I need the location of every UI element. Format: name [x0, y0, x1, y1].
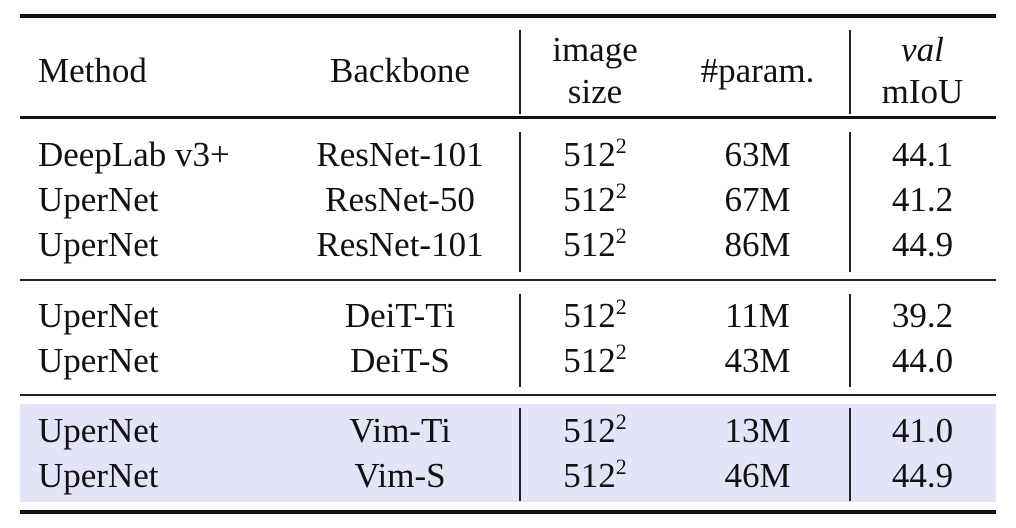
header-miou-line1: val [901, 30, 944, 69]
vline-left-g2 [519, 294, 521, 387]
vline-left-g1 [519, 132, 521, 272]
cell-method: UperNet [38, 180, 159, 219]
size-base: 512 [563, 341, 616, 380]
cell-miou: 44.9 [891, 225, 954, 264]
cell-backbone: ResNet-101 [316, 225, 484, 264]
size-base: 512 [563, 135, 616, 174]
cell-method: UperNet [38, 296, 159, 335]
header-image-size-line2: size [567, 72, 623, 111]
header-rule [20, 116, 996, 119]
cell-miou: 44.9 [891, 456, 954, 495]
size-base: 512 [563, 411, 616, 450]
size-base: 512 [563, 180, 616, 219]
vline-right-header [849, 30, 851, 114]
size-exponent: 2 [615, 178, 627, 203]
cell-backbone: DeiT-S [350, 341, 450, 380]
size-exponent: 2 [615, 133, 627, 158]
cell-backbone: DeiT-Ti [344, 296, 456, 335]
vline-left-g3 [519, 408, 521, 501]
cell-params: 46M [724, 456, 791, 495]
cell-miou: 39.2 [891, 296, 954, 335]
header-miou-line2: mIoU [881, 72, 964, 111]
group-1-rule [20, 279, 996, 281]
header-backbone: Backbone [330, 51, 470, 90]
bottom-rule [20, 510, 996, 514]
header-params: #param. [700, 51, 815, 90]
size-exponent: 2 [615, 339, 627, 364]
cell-image-size: 5122 [530, 223, 660, 269]
cell-params: 11M [725, 296, 790, 335]
cell-params: 43M [724, 341, 791, 380]
cell-image-size: 5122 [530, 339, 660, 385]
cell-params: 86M [724, 225, 791, 264]
size-exponent: 2 [615, 223, 627, 248]
size-exponent: 2 [615, 454, 627, 479]
header-image-size-line1: image [552, 30, 638, 69]
cell-miou: 44.1 [891, 135, 954, 174]
vline-left-header [519, 30, 521, 114]
vline-right-g3 [849, 408, 851, 501]
cell-backbone: Vim-Ti [349, 411, 451, 450]
cell-image-size: 5122 [530, 294, 660, 340]
cell-image-size: 5122 [530, 409, 660, 455]
cell-params: 13M [724, 411, 791, 450]
cell-image-size: 5122 [530, 133, 660, 179]
cell-miou: 44.0 [891, 341, 954, 380]
top-rule [20, 14, 996, 18]
group-2-rule [20, 394, 996, 396]
cell-params: 67M [724, 180, 791, 219]
cell-method: UperNet [38, 411, 159, 450]
cell-miou: 41.0 [891, 411, 954, 450]
cell-miou: 41.2 [891, 180, 954, 219]
cell-image-size: 5122 [530, 178, 660, 224]
size-base: 512 [563, 296, 616, 335]
cell-method: UperNet [38, 225, 159, 264]
cell-method: DeepLab v3+ [38, 135, 230, 174]
cell-method: UperNet [38, 456, 159, 495]
cell-backbone: ResNet-50 [325, 180, 475, 219]
cell-method: UperNet [38, 341, 159, 380]
size-exponent: 2 [615, 294, 627, 319]
size-base: 512 [563, 225, 616, 264]
cell-backbone: Vim-S [354, 456, 446, 495]
vline-right-g2 [849, 294, 851, 387]
vline-right-g1 [849, 132, 851, 272]
cell-backbone: ResNet-101 [316, 135, 484, 174]
cell-image-size: 5122 [530, 454, 660, 500]
header-method: Method [38, 51, 147, 90]
cell-params: 63M [724, 135, 791, 174]
size-base: 512 [563, 456, 616, 495]
size-exponent: 2 [615, 409, 627, 434]
